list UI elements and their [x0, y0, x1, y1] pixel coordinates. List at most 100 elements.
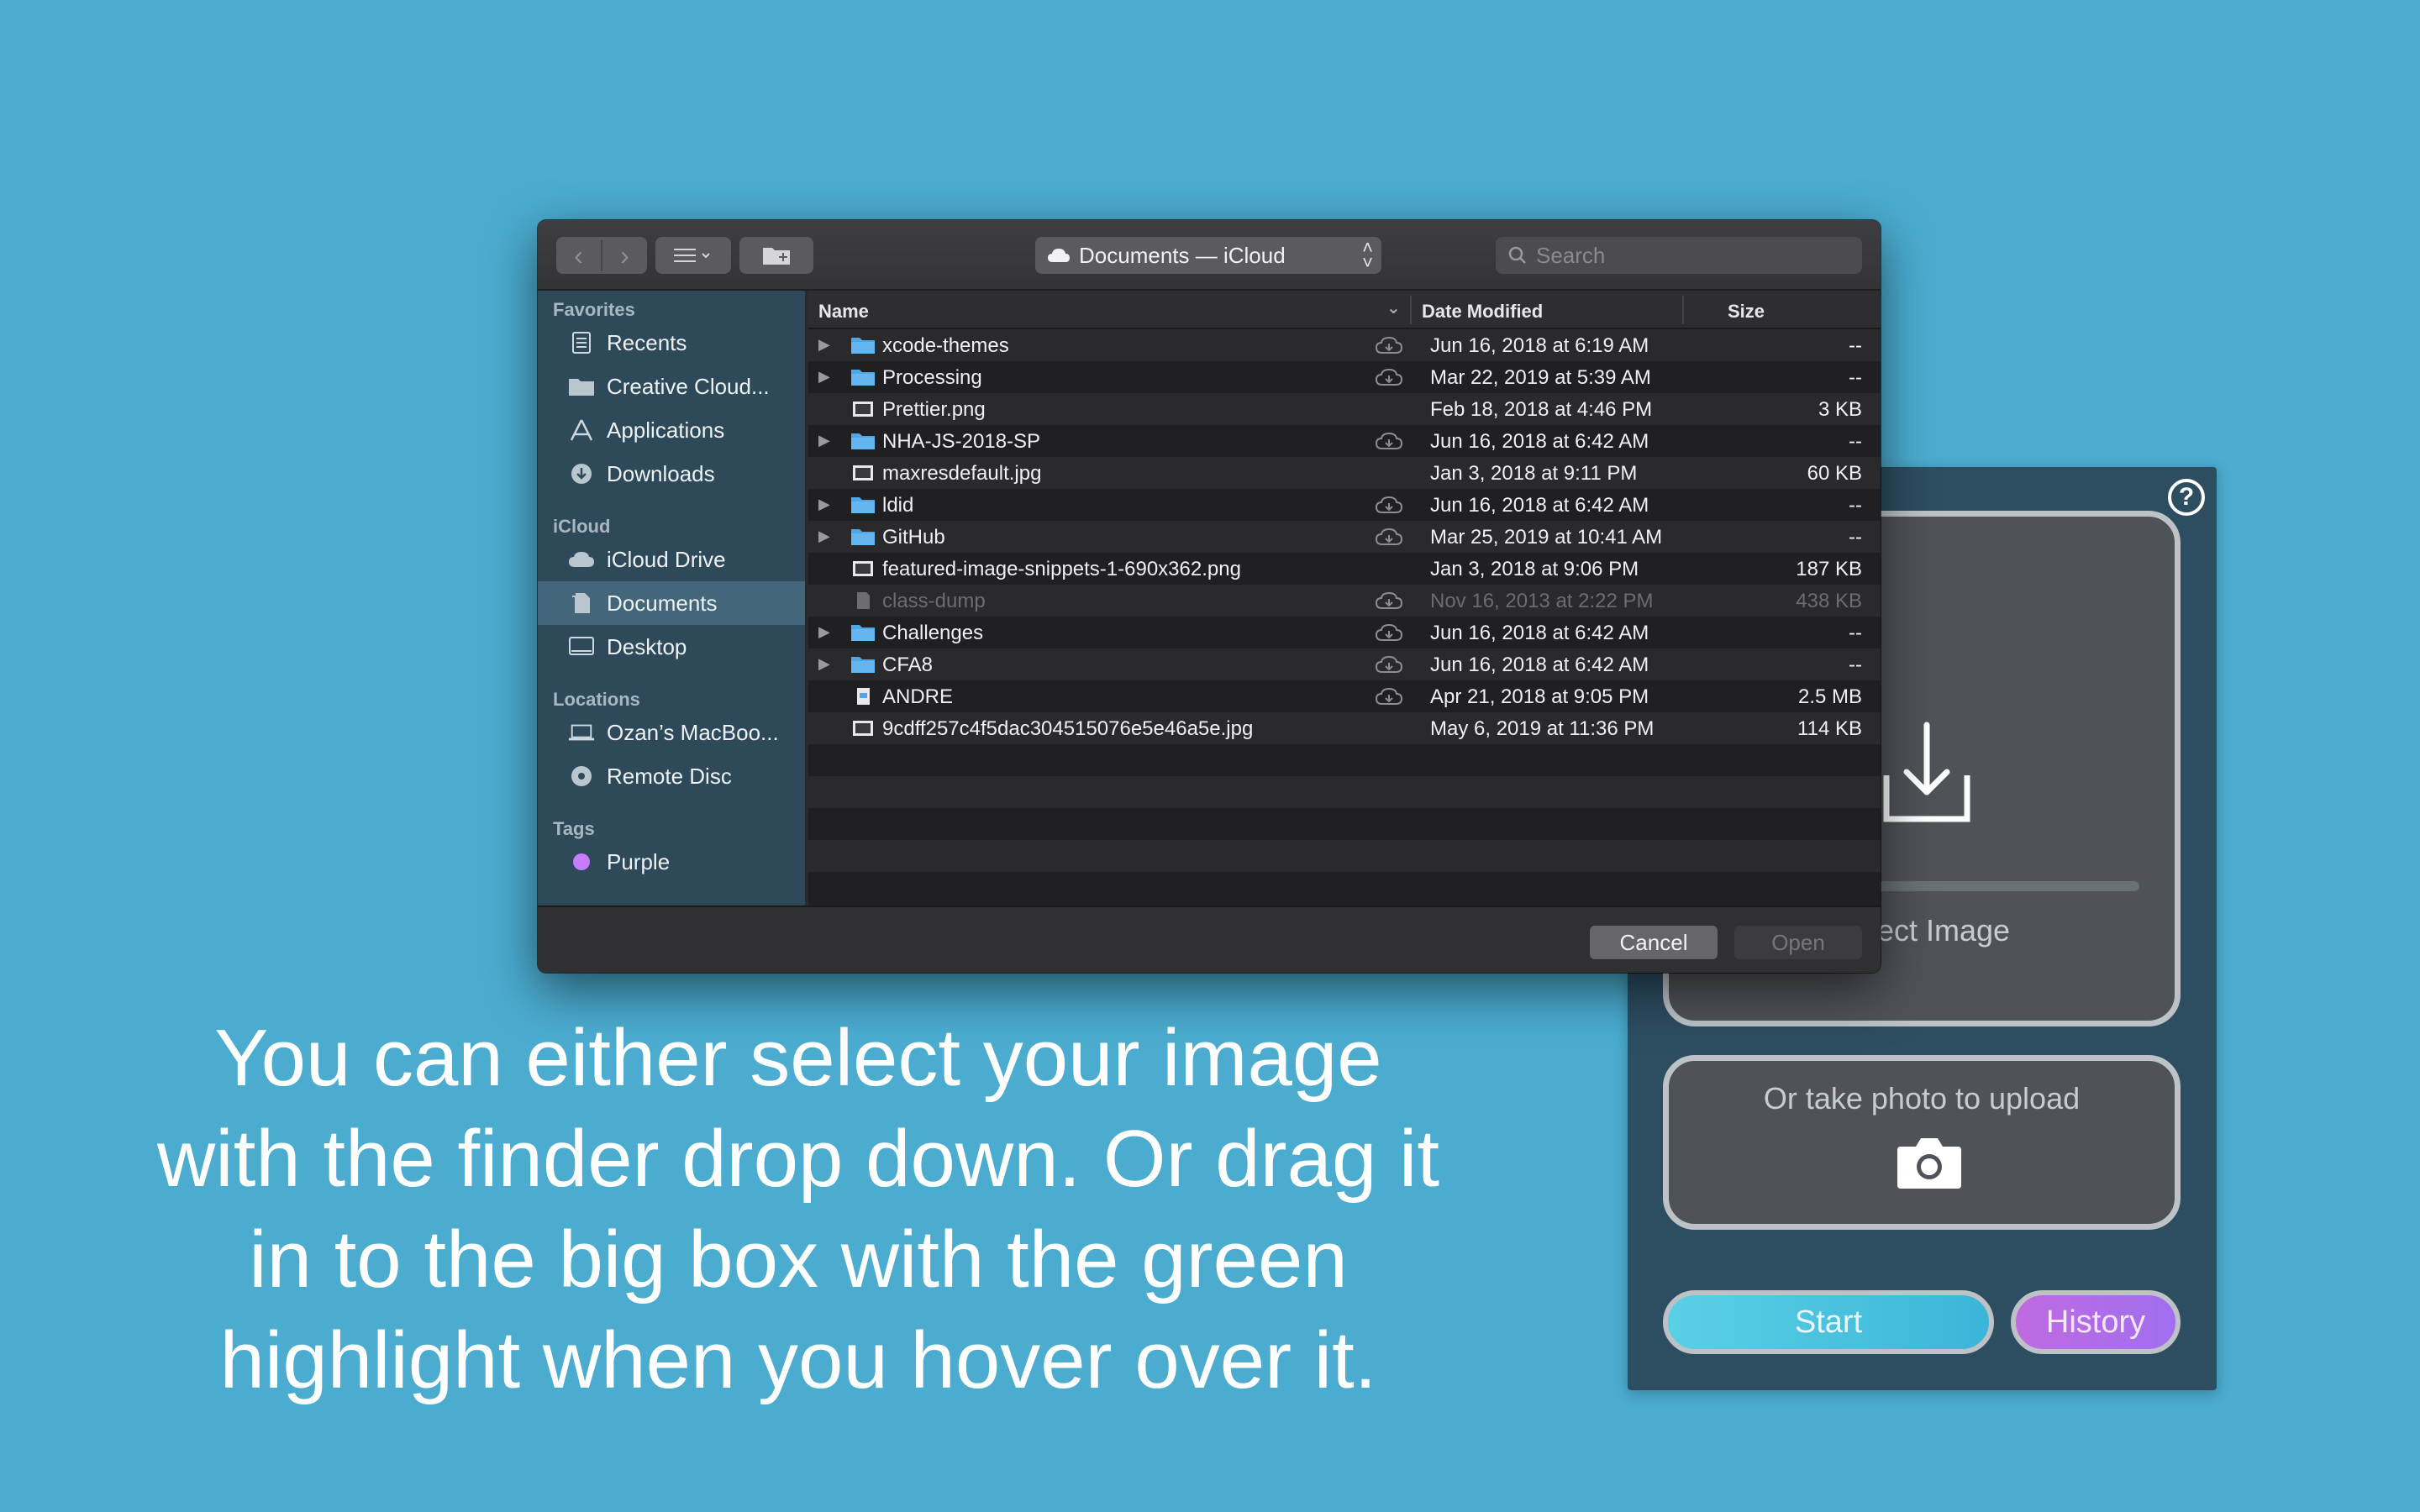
- file-row[interactable]: ▶ xcode-themes Jun 16, 2018 at 6:19 AM --: [808, 329, 1881, 361]
- column-separator[interactable]: [1410, 296, 1412, 324]
- image-file-icon: [850, 400, 876, 418]
- view-options-button[interactable]: [655, 237, 731, 274]
- back-forward-buttons[interactable]: ‹ ›: [556, 237, 647, 274]
- image-file-icon: [850, 719, 876, 738]
- dialog-toolbar: ‹ › Documents — iCloud ˄ ˅: [538, 220, 1881, 291]
- file-date-modified: Jun 16, 2018 at 6:19 AM: [1430, 334, 1649, 357]
- disclosure-triangle-icon[interactable]: ▶: [818, 432, 830, 449]
- folder-file-icon: [850, 655, 876, 674]
- column-separator[interactable]: [1682, 296, 1684, 324]
- file-row[interactable]: ▶ CFA8 Jun 16, 2018 at 6:42 AM --: [808, 648, 1881, 680]
- search-input[interactable]: [1536, 242, 1839, 269]
- camera-icon[interactable]: [1896, 1133, 1963, 1190]
- file-row[interactable]: ▶ Processing Mar 22, 2019 at 5:39 AM --: [808, 361, 1881, 393]
- help-button[interactable]: ?: [2168, 479, 2205, 516]
- file-row[interactable]: ▶ ldid Jun 16, 2018 at 6:42 AM --: [808, 489, 1881, 521]
- file-row[interactable]: Prettier.png Feb 18, 2018 at 4:46 PM 3 KB: [808, 393, 1881, 425]
- sidebar-item-remote-disc[interactable]: Remote Disc: [538, 754, 805, 798]
- cloud-download-icon[interactable]: [1375, 432, 1403, 450]
- file-date-modified: Feb 18, 2018 at 4:46 PM: [1430, 398, 1653, 421]
- take-photo-label: Or take photo to upload: [1763, 1081, 2081, 1116]
- disclosure-triangle-icon[interactable]: ▶: [818, 368, 830, 386]
- cloud-download-icon[interactable]: [1375, 368, 1403, 386]
- file-size: --: [1849, 430, 1862, 453]
- disclosure-triangle-icon[interactable]: ▶: [818, 336, 830, 354]
- cloud-icon: [1048, 249, 1070, 262]
- sort-chevron-icon[interactable]: ⌄: [1386, 297, 1401, 318]
- download-arrow-icon: [1883, 722, 1970, 822]
- sidebar-item-ozan-s-macboo[interactable]: Ozan’s MacBoo...: [538, 711, 805, 754]
- take-photo-box[interactable]: Or take photo to upload: [1663, 1055, 2181, 1230]
- file-date-modified: Jun 16, 2018 at 6:42 AM: [1430, 494, 1649, 517]
- file-name: maxresdefault.jpg: [882, 462, 1042, 485]
- file-name: Prettier.png: [882, 398, 986, 421]
- sidebar-item-label: Creative Cloud...: [607, 373, 770, 399]
- back-chevron-icon[interactable]: ‹: [556, 239, 602, 271]
- file-name: 9cdff257c4f5dac304515076e5e46a5e.jpg: [882, 717, 1254, 740]
- sidebar-section-icloud: iCloud: [553, 516, 611, 537]
- file-name: NHA-JS-2018-SP: [882, 430, 1041, 453]
- file-row[interactable]: ▶ NHA-JS-2018-SP Jun 16, 2018 at 6:42 AM --: [808, 425, 1881, 457]
- sidebar-item-creative-cloud[interactable]: Creative Cloud...: [538, 365, 805, 408]
- empty-row: [808, 840, 1881, 872]
- file-row[interactable]: ▶ GitHub Mar 25, 2019 at 10:41 AM --: [808, 521, 1881, 553]
- sidebar-item-recents[interactable]: Recents: [538, 321, 805, 365]
- cloud-download-icon[interactable]: [1375, 591, 1403, 610]
- file-row[interactable]: ▶ Challenges Jun 16, 2018 at 6:42 AM --: [808, 617, 1881, 648]
- cloud-download-icon[interactable]: [1375, 496, 1403, 514]
- sidebar-section-tags: Tags: [553, 818, 595, 839]
- file-date-modified: Apr 21, 2018 at 9:05 PM: [1430, 685, 1649, 708]
- disclosure-triangle-icon[interactable]: ▶: [818, 528, 830, 545]
- disclosure-triangle-icon[interactable]: ▶: [818, 496, 830, 513]
- cancel-button[interactable]: Cancel: [1590, 926, 1718, 959]
- file-size: 187 KB: [1796, 558, 1862, 580]
- cloud-download-icon[interactable]: [1375, 655, 1403, 674]
- search-icon: [1508, 246, 1526, 264]
- laptop-icon: [568, 719, 595, 746]
- file-size: --: [1849, 526, 1862, 549]
- sidebar-item-purple[interactable]: Purple: [538, 840, 805, 884]
- search-field[interactable]: [1496, 237, 1862, 274]
- forward-chevron-icon[interactable]: ›: [602, 240, 647, 271]
- sidebar-item-documents[interactable]: Documents: [538, 581, 805, 625]
- open-button[interactable]: Open: [1734, 926, 1862, 959]
- disclosure-triangle-icon[interactable]: ▶: [818, 623, 830, 641]
- sidebar-item-label: Desktop: [607, 633, 687, 659]
- file-date-modified: Jun 16, 2018 at 6:42 AM: [1430, 622, 1649, 644]
- location-popup[interactable]: Documents — iCloud ˄ ˅: [1035, 237, 1381, 274]
- file-date-modified: Jan 3, 2018 at 9:06 PM: [1430, 558, 1639, 580]
- cloud-download-icon[interactable]: [1375, 528, 1403, 546]
- cloud-download-icon[interactable]: [1375, 687, 1403, 706]
- tag-dot-icon: [568, 848, 595, 875]
- cloud-download-icon[interactable]: [1375, 336, 1403, 354]
- sidebar-item-applications[interactable]: Applications: [538, 408, 805, 452]
- file-list: Name ⌄ Date Modified Size ▶ xcode-themes J…: [808, 291, 1881, 906]
- file-row[interactable]: 9cdff257c4f5dac304515076e5e46a5e.jpg May …: [808, 712, 1881, 744]
- cloud-download-icon[interactable]: [1375, 623, 1403, 642]
- sidebar-item-desktop[interactable]: Desktop: [538, 625, 805, 669]
- sidebar-item-label: Documents: [607, 590, 718, 616]
- updown-chevron-icon: ˄ ˅: [1362, 237, 1373, 273]
- sidebar-item-label: Downloads: [607, 460, 715, 486]
- folder-file-icon: [850, 496, 876, 514]
- file-size: --: [1849, 654, 1862, 676]
- sidebar-item-downloads[interactable]: Downloads: [538, 452, 805, 496]
- column-size[interactable]: Size: [1728, 301, 1765, 323]
- column-date-modified[interactable]: Date Modified: [1422, 301, 1543, 323]
- sidebar-item-label: Remote Disc: [607, 763, 732, 789]
- sidebar-section-locations: Locations: [553, 689, 640, 710]
- disclosure-triangle-icon[interactable]: ▶: [818, 655, 830, 673]
- downloads-icon: [568, 460, 595, 487]
- file-row[interactable]: featured-image-snippets-1-690x362.png Jan…: [808, 553, 1881, 585]
- file-row[interactable]: maxresdefault.jpg Jan 3, 2018 at 9:11 PM 6…: [808, 457, 1881, 489]
- sidebar-item-icloud-drive[interactable]: iCloud Drive: [538, 538, 805, 581]
- column-name[interactable]: Name: [818, 301, 869, 323]
- start-button[interactable]: Start: [1663, 1290, 1994, 1354]
- new-folder-button[interactable]: [739, 237, 813, 274]
- file-row[interactable]: ANDRE Apr 21, 2018 at 9:05 PM 2.5 MB: [808, 680, 1881, 712]
- file-row[interactable]: class-dump Nov 16, 2013 at 2:22 PM 438 KB: [808, 585, 1881, 617]
- history-button[interactable]: History: [2011, 1290, 2181, 1354]
- file-date-modified: Mar 25, 2019 at 10:41 AM: [1430, 526, 1663, 549]
- file-size: --: [1849, 494, 1862, 517]
